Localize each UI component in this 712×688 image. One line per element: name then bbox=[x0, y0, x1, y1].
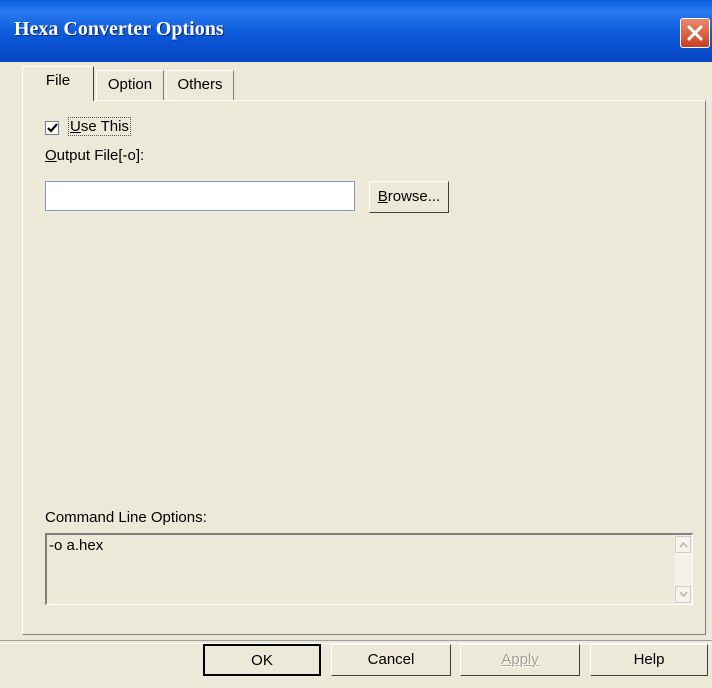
help-button[interactable]: Help bbox=[590, 644, 708, 676]
use-this-checkbox[interactable] bbox=[45, 121, 59, 135]
window-title: Hexa Converter Options bbox=[14, 18, 224, 40]
ok-button[interactable]: OK bbox=[203, 644, 321, 676]
close-button[interactable] bbox=[680, 18, 710, 48]
title-bar: Hexa Converter Options bbox=[0, 0, 712, 62]
scroll-down-button[interactable] bbox=[675, 586, 691, 603]
cancel-label: Cancel bbox=[367, 651, 415, 668]
close-icon bbox=[687, 25, 703, 41]
apply-label: Apply bbox=[501, 651, 539, 668]
vertical-scrollbar[interactable] bbox=[674, 535, 692, 604]
output-file-input[interactable] bbox=[45, 181, 355, 211]
cancel-button[interactable]: Cancel bbox=[331, 644, 451, 676]
check-icon bbox=[47, 123, 58, 133]
ok-label: OK bbox=[251, 652, 273, 669]
file-tab-panel: Use This Output File[-o]: Browse... Comm… bbox=[22, 100, 706, 635]
command-line-text: -o a.hex bbox=[49, 537, 104, 554]
tab-option-label: Option bbox=[107, 76, 153, 93]
tab-option[interactable]: Option bbox=[96, 70, 164, 100]
browse-button[interactable]: Browse... bbox=[369, 181, 449, 213]
scroll-up-button[interactable] bbox=[675, 536, 691, 553]
tab-file-label: File bbox=[45, 72, 71, 89]
chevron-up-icon bbox=[679, 541, 688, 548]
tab-others[interactable]: Others bbox=[166, 70, 234, 100]
help-label: Help bbox=[633, 651, 665, 668]
tab-others-label: Others bbox=[177, 76, 223, 93]
command-line-options-box[interactable]: -o a.hex bbox=[45, 533, 693, 605]
command-line-label: Command Line Options: bbox=[45, 509, 207, 526]
use-this-label[interactable]: Use This bbox=[68, 117, 131, 136]
output-file-label: Output File[-o]: bbox=[45, 147, 145, 164]
apply-button[interactable]: Apply bbox=[460, 644, 580, 676]
tab-file[interactable]: File bbox=[22, 66, 94, 101]
chevron-down-icon bbox=[679, 591, 688, 598]
